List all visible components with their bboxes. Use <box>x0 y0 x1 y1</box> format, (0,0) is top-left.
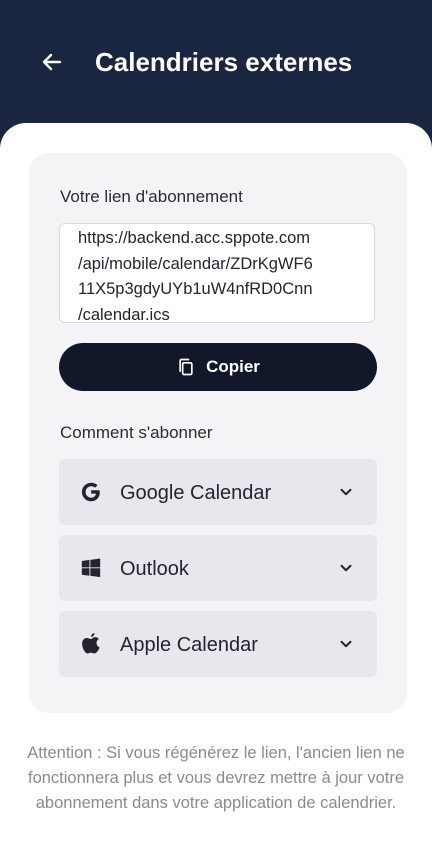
page-title: Calendriers externes <box>95 47 353 77</box>
chevron-down-icon <box>340 640 352 648</box>
provider-label: Outlook <box>120 558 189 580</box>
copy-button-label: Copier <box>206 357 260 376</box>
regenerate-warning-text: Attention : Si vous régénérez le lien, l… <box>27 744 405 812</box>
back-button[interactable] <box>36 46 68 78</box>
apple-icon <box>79 632 103 656</box>
provider-outlook[interactable]: Outlook <box>59 535 377 601</box>
copy-button[interactable]: Copier <box>59 343 377 391</box>
windows-icon <box>79 556 103 580</box>
chevron-down-icon <box>340 564 352 572</box>
provider-apple-calendar[interactable]: Apple Calendar <box>59 611 377 677</box>
provider-google-calendar[interactable]: Google Calendar <box>59 459 377 525</box>
google-icon <box>79 480 103 504</box>
how-to-subscribe-label: Comment s'abonner <box>60 423 213 442</box>
copy-icon <box>176 357 196 377</box>
provider-label: Google Calendar <box>120 482 272 504</box>
chevron-down-icon <box>340 488 352 496</box>
app-header: Calendriers externes <box>0 0 432 140</box>
subscription-link-field[interactable]: https://backend.acc.sppote.com /api/mobi… <box>59 223 375 323</box>
provider-label: Apple Calendar <box>120 634 258 656</box>
subscription-link-text[interactable]: https://backend.acc.sppote.com /api/mobi… <box>78 226 364 322</box>
subscription-link-label: Votre lien d'abonnement <box>60 187 243 206</box>
arrow-left-icon <box>42 53 62 71</box>
